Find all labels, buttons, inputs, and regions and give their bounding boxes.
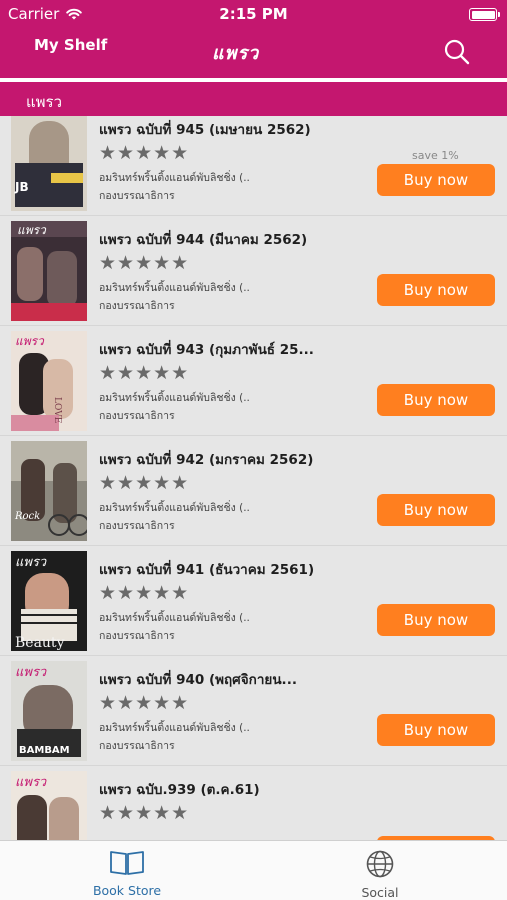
book-title: แพรว ฉบับที่ 944 (มีนาคม 2562) — [99, 232, 308, 248]
book-author: กองบรรณาธิการ — [99, 740, 175, 752]
book-row[interactable]: Rock แพรว ฉบับที่ 942 (มกราคม 2562) ★★★★… — [0, 436, 507, 546]
praew-logo: แพรว — [212, 43, 260, 64]
book-cover-image[interactable]: แพรว Beauty — [11, 551, 87, 651]
book-title: แพรว ฉบับที่ 942 (มกราคม 2562) — [99, 452, 314, 468]
book-row[interactable]: แพรว แพรว ฉบับ.939 (ต.ค.61) ★★★★★ — [0, 766, 507, 840]
rating-stars: ★★★★★ — [99, 802, 190, 824]
book-publisher: อมรินทร์พริ้นติ้งแอนด์พับลิชชิ่ง (... — [99, 502, 249, 514]
cover-text: JB — [14, 180, 29, 194]
rating-stars: ★★★★★ — [99, 582, 190, 604]
svg-text:แพรว: แพรว — [15, 665, 47, 680]
cover-text: LOVE — [52, 397, 62, 423]
status-bar: Carrier 2:15 PM — [0, 0, 507, 28]
book-title: แพรว ฉบับที่ 940 (พฤศจิกายน... — [99, 672, 297, 688]
discount-label: save 1% — [412, 149, 459, 162]
book-cover-image[interactable]: แพรว BAMBAM — [11, 661, 87, 761]
book-publisher: อมรินทร์พริ้นติ้งแอนด์พับลิชชิ่ง (... — [99, 282, 249, 294]
rating-stars: ★★★★★ — [99, 142, 190, 164]
cover-text: BAMBAM — [19, 745, 70, 756]
book-row[interactable]: แพรว Beauty แพรว ฉบับที่ 941 (ธันวาคม 25… — [0, 546, 507, 656]
book-author: กองบรรณาธิการ — [99, 190, 175, 202]
book-row[interactable]: แพรว แพรว ฉบับที่ 944 (มีนาคม 2562) ★★★★… — [0, 216, 507, 326]
book-cover-image[interactable]: Rock — [11, 441, 87, 541]
book-author: กองบรรณาธิการ — [99, 520, 175, 532]
rating-stars: ★★★★★ — [99, 472, 190, 494]
buy-now-button[interactable]: Buy now — [377, 714, 495, 746]
tab-book-store[interactable]: Book Store — [67, 849, 187, 898]
book-author: กองบรรณาธิการ — [99, 410, 175, 422]
book-title: แพรว ฉบับที่ 943 (กุมภาพันธ์ 25... — [99, 342, 314, 358]
book-author: กองบรรณาธิการ — [99, 300, 175, 312]
tab-social-label: Social — [361, 885, 399, 900]
battery-icon — [469, 8, 500, 21]
globe-icon — [366, 850, 394, 878]
search-icon[interactable] — [443, 38, 471, 66]
book-title: แพรว ฉบับที่ 941 (ธันวาคม 2561) — [99, 562, 315, 578]
book-row[interactable]: แพรว BAMBAM แพรว ฉบับที่ 940 (พฤศจิกายน.… — [0, 656, 507, 766]
buy-now-button[interactable]: Buy now — [377, 274, 495, 306]
my-shelf-button[interactable]: My Shelf — [34, 36, 107, 54]
book-list[interactable]: JB แพรว ฉบับที่ 945 (เมษายน 2562) ★★★★★ … — [0, 116, 507, 840]
book-author: กองบรรณาธิการ — [99, 630, 175, 642]
cover-text: Rock — [14, 511, 40, 522]
tab-social[interactable]: Social — [320, 849, 440, 900]
book-icon — [110, 851, 144, 875]
book-title: แพรว ฉบับที่ 945 (เมษายน 2562) — [99, 122, 311, 138]
rating-stars: ★★★★★ — [99, 692, 190, 714]
book-cover-image[interactable]: แพรว — [11, 221, 87, 321]
book-cover-image[interactable]: แพรว LOVE — [11, 331, 87, 431]
book-cover-image[interactable]: แพรว — [11, 771, 87, 840]
book-row[interactable]: JB แพรว ฉบับที่ 945 (เมษายน 2562) ★★★★★ … — [0, 116, 507, 216]
nav-bar: My Shelf แพรว — [0, 28, 507, 78]
svg-text:แพรว: แพรว — [15, 334, 45, 348]
book-cover-image[interactable]: JB — [11, 116, 87, 211]
svg-text:แพรว: แพรว — [15, 555, 47, 570]
category-header[interactable]: แพรว — [0, 82, 507, 116]
book-publisher: อมรินทร์พริ้นติ้งแอนด์พับลิชชิ่ง (... — [99, 612, 249, 624]
book-row[interactable]: แพรว LOVE แพรว ฉบับที่ 943 (กุมภาพันธ์ 2… — [0, 326, 507, 436]
svg-text:แพรว: แพรว — [15, 775, 47, 790]
buy-now-button[interactable]: Buy now — [377, 604, 495, 636]
tab-bar: Book Store Social — [0, 840, 507, 900]
rating-stars: ★★★★★ — [99, 362, 190, 384]
book-title: แพรว ฉบับ.939 (ต.ค.61) — [99, 782, 260, 798]
buy-now-button[interactable]: Buy now — [377, 494, 495, 526]
rating-stars: ★★★★★ — [99, 252, 190, 274]
book-publisher: อมรินทร์พริ้นติ้งแอนด์พับลิชชิ่ง (... — [99, 392, 249, 404]
cover-text: Beauty — [15, 635, 65, 651]
tab-book-store-label: Book Store — [92, 883, 162, 898]
svg-text:แพรว: แพรว — [17, 223, 47, 237]
clock: 2:15 PM — [219, 5, 288, 23]
book-publisher: อมรินทร์พริ้นติ้งแอนด์พับลิชชิ่ง (... — [99, 722, 249, 734]
buy-now-button[interactable]: Buy now — [377, 384, 495, 416]
book-publisher: อมรินทร์พริ้นติ้งแอนด์พับลิชชิ่ง (... — [99, 172, 249, 184]
buy-now-button[interactable]: Buy now — [377, 164, 495, 196]
